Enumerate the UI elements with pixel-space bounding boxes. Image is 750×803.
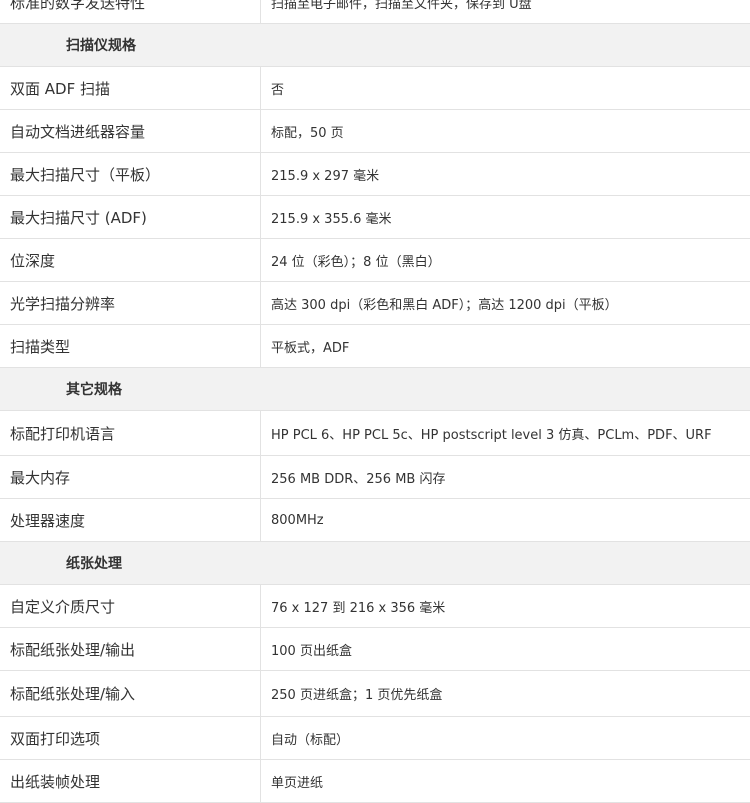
- spec-row: 最大扫描尺寸 (ADF)215.9 x 355.6 毫米: [0, 196, 750, 239]
- spec-label: 双面 ADF 扫描: [0, 67, 261, 110]
- spec-value: 自动（标配）: [261, 717, 750, 760]
- spec-label: 最大扫描尺寸（平板）: [0, 153, 261, 196]
- spec-row: 最大扫描尺寸（平板）215.9 x 297 毫米: [0, 153, 750, 196]
- spec-label: 自动文档进纸器容量: [0, 110, 261, 153]
- spec-table: 标准的数字发送特性扫描至电子邮件，扫描至文件夹，保存到 U盘扫描仪规格双面 AD…: [0, 0, 750, 803]
- spec-value: 76 x 127 到 216 x 356 毫米: [261, 585, 750, 628]
- spec-value: 256 MB DDR、256 MB 闪存: [261, 456, 750, 499]
- section-header-row: 其它规格: [0, 368, 750, 411]
- spec-value: 800MHz: [261, 499, 750, 542]
- spec-value: 标配，50 页: [261, 110, 750, 153]
- spec-row: 光学扫描分辨率高达 300 dpi（彩色和黑白 ADF）；高达 1200 dpi…: [0, 282, 750, 325]
- spec-label: 标配纸张处理/输入: [0, 671, 261, 717]
- spec-label: 处理器速度: [0, 499, 261, 542]
- spec-row: 处理器速度800MHz: [0, 499, 750, 542]
- spec-label: 自定义介质尺寸: [0, 585, 261, 628]
- spec-row: 自定义介质尺寸76 x 127 到 216 x 356 毫米: [0, 585, 750, 628]
- spec-row: 双面打印选项自动（标配）: [0, 717, 750, 760]
- spec-label: 最大扫描尺寸 (ADF): [0, 196, 261, 239]
- spec-table-body: 标准的数字发送特性扫描至电子邮件，扫描至文件夹，保存到 U盘扫描仪规格双面 AD…: [0, 0, 750, 803]
- spec-row: 标准的数字发送特性扫描至电子邮件，扫描至文件夹，保存到 U盘: [0, 0, 750, 24]
- spec-label: 扫描类型: [0, 325, 261, 368]
- spec-label: 双面打印选项: [0, 717, 261, 760]
- section-title: 纸张处理: [0, 542, 750, 585]
- spec-row: 位深度24 位（彩色）；8 位（黑白）: [0, 239, 750, 282]
- spec-value: 单页进纸: [261, 760, 750, 803]
- spec-label: 标配打印机语言: [0, 411, 261, 456]
- spec-label: 光学扫描分辨率: [0, 282, 261, 325]
- spec-row: 标配纸张处理/输入250 页进纸盒；1 页优先纸盒: [0, 671, 750, 717]
- spec-value: 215.9 x 297 毫米: [261, 153, 750, 196]
- spec-row: 自动文档进纸器容量标配，50 页: [0, 110, 750, 153]
- spec-value: HP PCL 6、HP PCL 5c、HP postscript level 3…: [261, 411, 750, 456]
- spec-label: 标准的数字发送特性: [0, 0, 261, 24]
- spec-row: 双面 ADF 扫描否: [0, 67, 750, 110]
- section-title: 其它规格: [0, 368, 750, 411]
- section-header-row: 扫描仪规格: [0, 24, 750, 67]
- spec-value: 215.9 x 355.6 毫米: [261, 196, 750, 239]
- spec-value: 否: [261, 67, 750, 110]
- spec-value: 24 位（彩色）；8 位（黑白）: [261, 239, 750, 282]
- spec-value: 100 页出纸盒: [261, 628, 750, 671]
- spec-label: 出纸装帧处理: [0, 760, 261, 803]
- spec-row: 最大内存256 MB DDR、256 MB 闪存: [0, 456, 750, 499]
- spec-value: 平板式，ADF: [261, 325, 750, 368]
- spec-label: 最大内存: [0, 456, 261, 499]
- spec-row: 扫描类型平板式，ADF: [0, 325, 750, 368]
- spec-value: 高达 300 dpi（彩色和黑白 ADF）；高达 1200 dpi（平板）: [261, 282, 750, 325]
- spec-label: 位深度: [0, 239, 261, 282]
- spec-row: 标配打印机语言HP PCL 6、HP PCL 5c、HP postscript …: [0, 411, 750, 456]
- spec-row: 出纸装帧处理单页进纸: [0, 760, 750, 803]
- spec-label: 标配纸张处理/输出: [0, 628, 261, 671]
- spec-value: 扫描至电子邮件，扫描至文件夹，保存到 U盘: [261, 0, 750, 24]
- spec-row: 标配纸张处理/输出100 页出纸盒: [0, 628, 750, 671]
- spec-value: 250 页进纸盒；1 页优先纸盒: [261, 671, 750, 717]
- section-header-row: 纸张处理: [0, 542, 750, 585]
- section-title: 扫描仪规格: [0, 24, 750, 67]
